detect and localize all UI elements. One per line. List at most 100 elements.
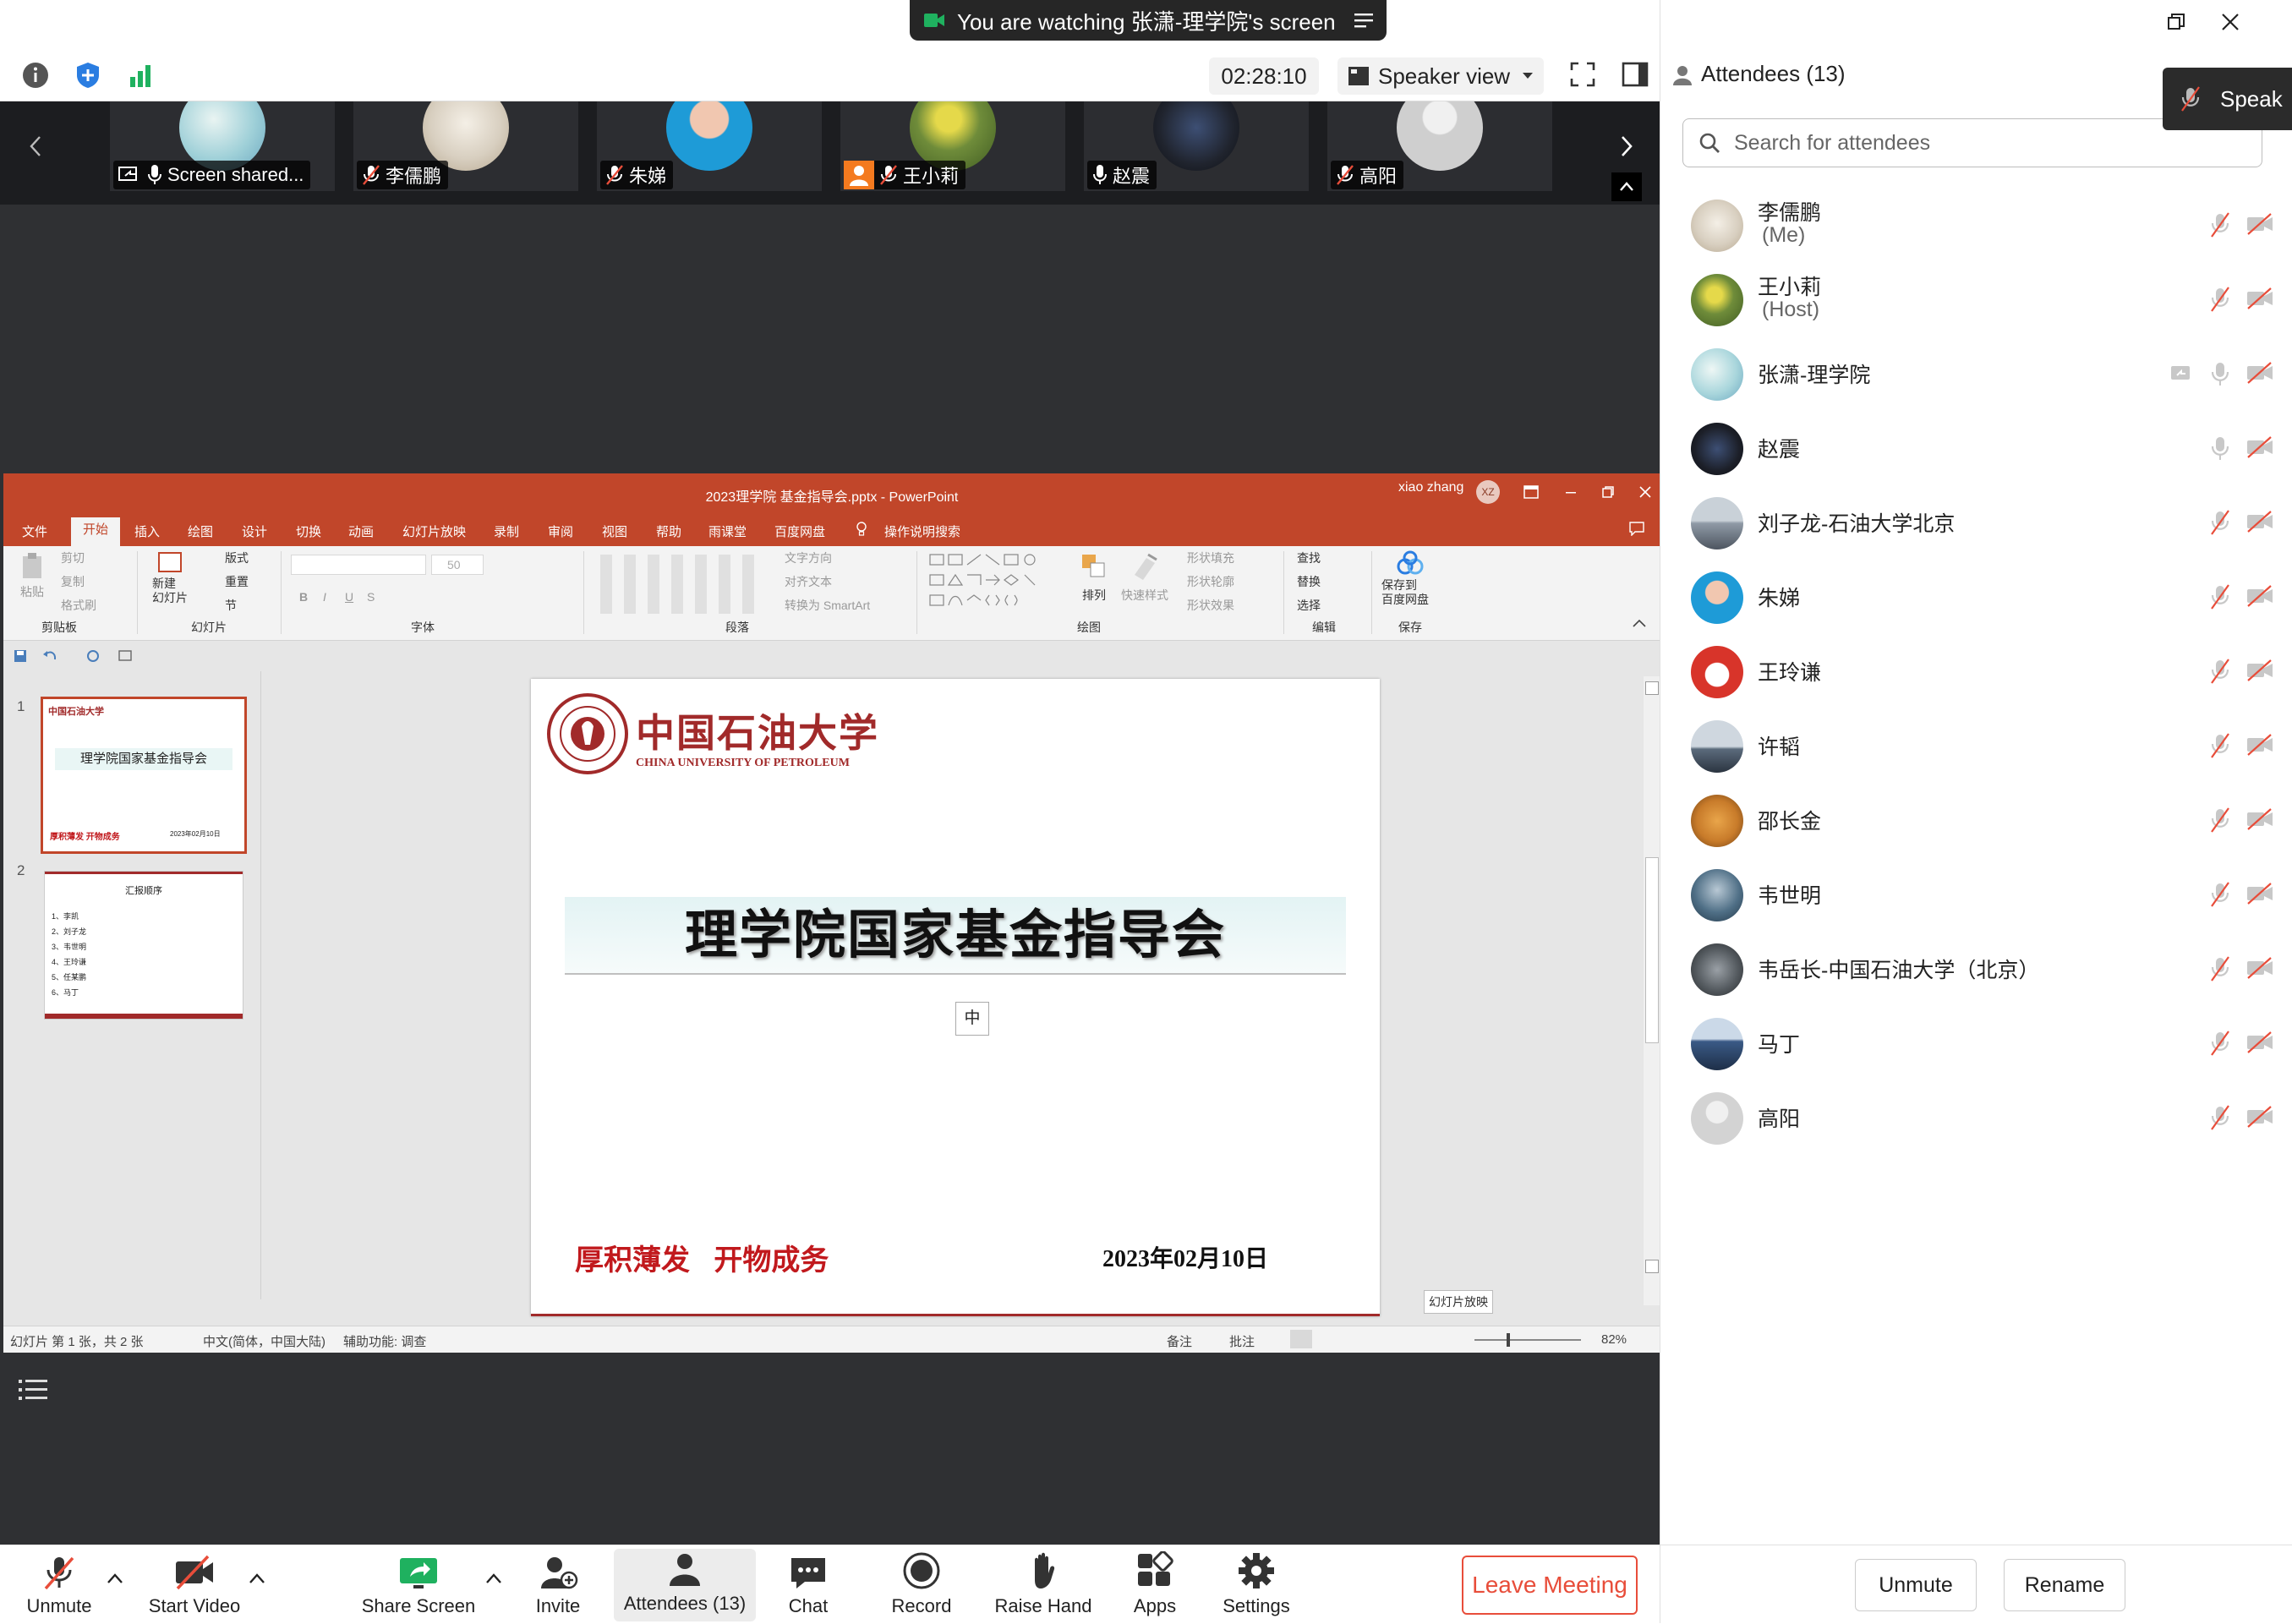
attendee-row[interactable]: 马丁: [1660, 1006, 2292, 1080]
unmute-self-button[interactable]: Unmute: [1855, 1559, 1977, 1611]
tab-transitions[interactable]: 切换: [296, 522, 321, 540]
record-button[interactable]: Record: [879, 1545, 964, 1624]
save-icon[interactable]: [14, 649, 27, 663]
ppt-user-avatar[interactable]: XZ: [1476, 480, 1500, 504]
video-thumbnail[interactable]: 朱娣: [597, 101, 822, 191]
speaker-view-button[interactable]: Speaker view: [1337, 57, 1544, 95]
comments-button[interactable]: 批注: [1229, 1332, 1255, 1350]
collapse-ribbon-icon[interactable]: [1632, 617, 1647, 629]
quick-styles-icon[interactable]: [1130, 551, 1160, 580]
shadow-button[interactable]: S: [367, 590, 375, 604]
new-slide-button[interactable]: 新建 幻灯片: [152, 577, 188, 605]
zoom-level[interactable]: 82%: [1601, 1332, 1627, 1347]
unmute-button[interactable]: Unmute: [17, 1545, 101, 1624]
tab-draw[interactable]: 绘图: [188, 522, 213, 540]
new-slide-icon[interactable]: [157, 551, 183, 573]
undo-icon[interactable]: [42, 649, 57, 663]
attendee-row[interactable]: 朱娣: [1660, 560, 2292, 634]
attendee-row[interactable]: 韦世明: [1660, 857, 2292, 932]
tab-help[interactable]: 帮助: [656, 522, 681, 540]
start-video-button[interactable]: Start Video: [135, 1545, 254, 1624]
arrange-button[interactable]: 排列: [1082, 587, 1106, 604]
paste-icon[interactable]: [19, 551, 47, 580]
ppt-restore-icon[interactable]: [1601, 485, 1615, 499]
text-direction-button[interactable]: 文字方向: [785, 550, 832, 566]
reset-button[interactable]: 重置: [225, 573, 249, 590]
select-button[interactable]: 选择: [1297, 597, 1321, 614]
share-screen-button[interactable]: Share Screen: [355, 1545, 482, 1624]
settings-button[interactable]: Settings: [1214, 1545, 1299, 1624]
tab-view[interactable]: 视图: [602, 522, 627, 540]
tab-insert[interactable]: 插入: [134, 522, 160, 540]
signal-strength-icon[interactable]: [125, 60, 157, 92]
italic-button[interactable]: I: [323, 590, 326, 604]
scroll-thumb[interactable]: [1645, 857, 1659, 1043]
fullscreen-icon[interactable]: [1569, 61, 1596, 88]
normal-view-button[interactable]: [1290, 1330, 1312, 1348]
format-painter-button[interactable]: 格式刷: [61, 597, 96, 614]
tab-animations[interactable]: 动画: [348, 522, 374, 540]
attendees-button[interactable]: Attendees (13): [614, 1549, 756, 1621]
info-icon[interactable]: [20, 60, 52, 92]
zoom-slider[interactable]: [1474, 1339, 1581, 1341]
raise-hand-button[interactable]: Raise Hand: [984, 1545, 1102, 1624]
tab-rain-classroom[interactable]: 雨课堂: [708, 522, 747, 540]
shape-fill-button[interactable]: 形状填充: [1187, 550, 1234, 566]
quick-styles-button[interactable]: 快速样式: [1121, 587, 1168, 604]
collapse-strip-button[interactable]: [1611, 172, 1642, 201]
attendee-row[interactable]: 李儒鹏 (Me): [1660, 188, 2292, 262]
find-button[interactable]: 查找: [1297, 550, 1321, 566]
attendee-row[interactable]: 王小莉 (Host): [1660, 262, 2292, 336]
invite-button[interactable]: Invite: [524, 1545, 592, 1624]
share-banner[interactable]: You are watching 张潇-理学院's screen: [910, 0, 1387, 41]
cut-button[interactable]: 剪切: [61, 550, 85, 566]
list-menu-icon[interactable]: [17, 1375, 51, 1405]
layout-toggle-icon[interactable]: [1622, 61, 1649, 88]
leave-meeting-button[interactable]: Leave Meeting: [1462, 1556, 1638, 1615]
video-thumbnail[interactable]: Screen shared...: [110, 101, 335, 191]
attendee-row[interactable]: 赵震: [1660, 411, 2292, 485]
notes-button[interactable]: 备注: [1167, 1332, 1192, 1350]
slide-thumbnail-2[interactable]: 汇报顺序 1、李凯 2、刘子龙 3、韦世明 4、王玲谦 5、任某鹏 6、马丁: [44, 871, 243, 1020]
paste-button[interactable]: 粘贴: [20, 583, 44, 600]
slide-title[interactable]: 理学院国家基金指导会: [565, 897, 1346, 975]
status-accessibility[interactable]: 辅助功能: 调查: [343, 1332, 426, 1350]
chat-button[interactable]: Chat: [774, 1545, 842, 1624]
strip-prev-button[interactable]: [19, 101, 52, 191]
shapes-gallery[interactable]: [927, 551, 1053, 610]
convert-smartart-button[interactable]: 转换为 SmartArt: [785, 597, 870, 614]
rename-button[interactable]: Rename: [2004, 1559, 2125, 1611]
tab-review[interactable]: 审阅: [548, 522, 573, 540]
menu-icon[interactable]: [1354, 13, 1373, 28]
scroll-up-button[interactable]: [1645, 681, 1659, 695]
tab-file[interactable]: 文件: [22, 522, 47, 540]
replace-button[interactable]: 替换: [1297, 573, 1321, 590]
bold-button[interactable]: B: [299, 590, 308, 604]
attendee-row[interactable]: 邵长金: [1660, 783, 2292, 857]
slideshow-start-icon[interactable]: [118, 649, 134, 663]
apps-button[interactable]: Apps: [1121, 1545, 1189, 1624]
ime-mode-badge[interactable]: 中: [955, 1002, 989, 1036]
close-window-icon[interactable]: [2220, 12, 2240, 32]
share-options-chevron-up-icon[interactable]: [485, 1572, 502, 1584]
attendee-row[interactable]: 刘子龙-石油大学北京: [1660, 485, 2292, 560]
ppt-minimize-icon[interactable]: [1564, 485, 1578, 499]
attendee-row[interactable]: 韦岳长-中国石油大学（北京）: [1660, 932, 2292, 1006]
video-thumbnail[interactable]: 王小莉: [840, 101, 1065, 191]
attendee-row[interactable]: 许韬: [1660, 708, 2292, 783]
baidu-netdisk-icon[interactable]: [1395, 550, 1425, 577]
shape-outline-button[interactable]: 形状轮廓: [1187, 573, 1234, 590]
layout-button[interactable]: 版式: [225, 550, 249, 566]
attendee-row[interactable]: 王玲谦: [1660, 634, 2292, 708]
shape-effects-button[interactable]: 形状效果: [1187, 597, 1234, 614]
video-options-chevron-up-icon[interactable]: [249, 1572, 265, 1584]
comments-icon[interactable]: [1628, 521, 1645, 536]
shield-icon[interactable]: [73, 60, 105, 92]
tab-home[interactable]: 开始: [71, 517, 120, 546]
tab-record[interactable]: 录制: [494, 522, 519, 540]
slide-thumbnail-1[interactable]: 中国石油大学 理学院国家基金指导会 厚积薄发 开物成务 2023年02月10日: [41, 697, 247, 854]
paragraph-format-buttons[interactable]: [600, 555, 761, 614]
copy-button[interactable]: 复制: [61, 573, 85, 590]
video-thumbnail[interactable]: 赵震: [1084, 101, 1309, 191]
tab-slideshow[interactable]: 幻灯片放映: [402, 522, 466, 540]
